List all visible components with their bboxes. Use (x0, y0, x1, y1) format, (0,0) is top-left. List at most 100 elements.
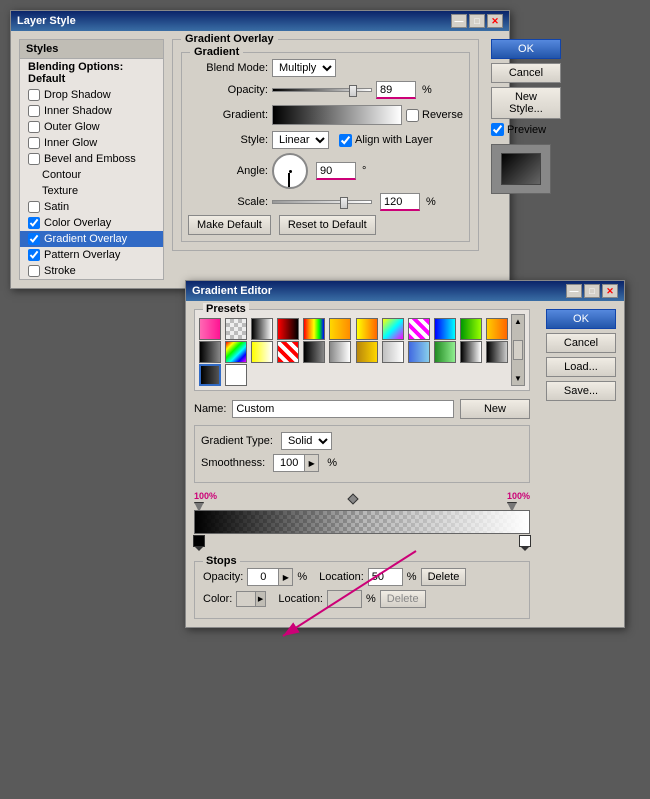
preset-swatch[interactable] (434, 318, 456, 340)
scale-slider-thumb[interactable] (340, 197, 348, 209)
inner-shadow-checkbox[interactable] (28, 105, 40, 117)
sidebar-item-contour[interactable]: Contour (20, 167, 163, 183)
preset-swatch[interactable] (356, 341, 378, 363)
sidebar-item-blending-options[interactable]: Blending Options: Default (20, 59, 163, 87)
sidebar-item-texture[interactable]: Texture (20, 183, 163, 199)
align-layer-checkbox[interactable] (339, 134, 352, 147)
preset-swatch[interactable] (277, 318, 299, 340)
opacity-slider[interactable] (272, 88, 372, 92)
opacity-delete-btn[interactable]: Delete (421, 568, 467, 586)
preset-swatch[interactable] (460, 318, 482, 340)
sidebar-item-outer-glow[interactable]: Outer Glow (20, 119, 163, 135)
ge-load-btn[interactable]: Load... (546, 357, 616, 377)
preset-swatch[interactable] (303, 341, 325, 363)
presets-scrollbar[interactable]: ▲ ▼ (511, 314, 525, 386)
sidebar-item-inner-shadow[interactable]: Inner Shadow (20, 103, 163, 119)
stroke-checkbox[interactable] (28, 265, 40, 277)
main-gradient-bar[interactable] (194, 510, 530, 534)
color-overlay-checkbox[interactable] (28, 217, 40, 229)
opacity-location-input[interactable] (368, 568, 403, 586)
gradient-type-select[interactable]: Solid (281, 432, 332, 450)
opacity-slider-thumb[interactable] (349, 85, 357, 97)
reverse-checkbox[interactable] (406, 109, 419, 122)
preset-swatch[interactable] (225, 341, 247, 363)
opacity-input[interactable] (376, 81, 416, 99)
angle-dial[interactable] (272, 153, 308, 189)
smoothness-arrow[interactable]: ▶ (304, 455, 318, 471)
sidebar-item-pattern-overlay[interactable]: Pattern Overlay (20, 247, 163, 263)
name-input[interactable] (232, 400, 454, 418)
preset-swatch[interactable] (251, 341, 273, 363)
preset-swatch[interactable] (382, 318, 404, 340)
inner-glow-checkbox[interactable] (28, 137, 40, 149)
color-swatch-arrow[interactable]: ▶ (255, 592, 266, 606)
location-label-1: Location: (319, 571, 364, 583)
preset-swatch[interactable] (382, 341, 404, 363)
scroll-down-arrow[interactable]: ▼ (514, 374, 522, 383)
color-swatch-container[interactable]: ▶ (236, 591, 266, 607)
preview-checkbox[interactable] (491, 123, 504, 136)
preset-swatch-active[interactable] (199, 364, 221, 386)
preset-swatch[interactable] (408, 341, 430, 363)
satin-checkbox[interactable] (28, 201, 40, 213)
minimize-btn[interactable]: — (451, 14, 467, 28)
pattern-overlay-checkbox[interactable] (28, 249, 40, 261)
ge-minimize-btn[interactable]: — (566, 284, 582, 298)
ok-btn[interactable]: OK (491, 39, 561, 59)
new-style-btn[interactable]: New Style... (491, 87, 561, 119)
preset-swatch[interactable] (486, 318, 508, 340)
preset-swatch[interactable] (486, 341, 508, 363)
scale-slider[interactable] (272, 200, 372, 204)
ge-save-btn[interactable]: Save... (546, 381, 616, 401)
ge-cancel-btn[interactable]: Cancel (546, 333, 616, 353)
sidebar-item-satin[interactable]: Satin (20, 199, 163, 215)
outer-glow-checkbox[interactable] (28, 121, 40, 133)
scroll-thumb[interactable] (513, 340, 523, 360)
sidebar-item-gradient-overlay[interactable]: Gradient Overlay (20, 231, 163, 247)
opacity-midpoint-marker[interactable] (347, 493, 358, 504)
scale-input[interactable] (380, 193, 420, 211)
reset-default-btn[interactable]: Reset to Default (279, 215, 376, 235)
drop-shadow-checkbox[interactable] (28, 89, 40, 101)
new-gradient-btn[interactable]: New (460, 399, 530, 419)
preset-swatch[interactable] (277, 341, 299, 363)
color-stop-marker-left[interactable] (193, 535, 205, 547)
blend-mode-select[interactable]: Multiply (272, 59, 336, 77)
preset-swatch[interactable] (199, 318, 221, 340)
opacity-stop-arrow[interactable]: ▶ (278, 569, 292, 585)
style-select[interactable]: Linear (272, 131, 329, 149)
preset-swatch[interactable] (225, 364, 247, 386)
preset-swatch[interactable] (460, 341, 482, 363)
preset-swatch[interactable] (434, 341, 456, 363)
ge-maximize-btn[interactable]: □ (584, 284, 600, 298)
preset-swatch[interactable] (329, 341, 351, 363)
make-default-btn[interactable]: Make Default (188, 215, 271, 235)
sidebar-item-stroke[interactable]: Stroke (20, 263, 163, 279)
preset-swatch[interactable] (408, 318, 430, 340)
opacity-stop-input[interactable] (248, 571, 278, 583)
preset-swatch[interactable] (356, 318, 378, 340)
close-btn[interactable]: ✕ (487, 14, 503, 28)
smoothness-input[interactable] (274, 457, 304, 469)
ge-close-btn[interactable]: ✕ (602, 284, 618, 298)
gradient-overlay-checkbox[interactable] (28, 233, 40, 245)
ge-ok-btn[interactable]: OK (546, 309, 616, 329)
scroll-up-arrow[interactable]: ▲ (514, 317, 522, 326)
maximize-btn[interactable]: □ (469, 14, 485, 28)
opacity-stop-stepper[interactable]: ▶ (247, 568, 293, 586)
preset-swatch[interactable] (251, 318, 273, 340)
preset-swatch[interactable] (329, 318, 351, 340)
angle-input[interactable] (316, 162, 356, 180)
gradient-preview[interactable] (272, 105, 402, 125)
smoothness-stepper[interactable]: ▶ (273, 454, 319, 472)
sidebar-item-drop-shadow[interactable]: Drop Shadow (20, 87, 163, 103)
sidebar-item-color-overlay[interactable]: Color Overlay (20, 215, 163, 231)
sidebar-item-inner-glow[interactable]: Inner Glow (20, 135, 163, 151)
preset-swatch[interactable] (303, 318, 325, 340)
sidebar-item-bevel-emboss[interactable]: Bevel and Emboss (20, 151, 163, 167)
color-stop-marker-right[interactable] (519, 535, 531, 547)
bevel-emboss-checkbox[interactable] (28, 153, 40, 165)
preset-swatch[interactable] (199, 341, 221, 363)
cancel-btn[interactable]: Cancel (491, 63, 561, 83)
preset-swatch[interactable] (225, 318, 247, 340)
